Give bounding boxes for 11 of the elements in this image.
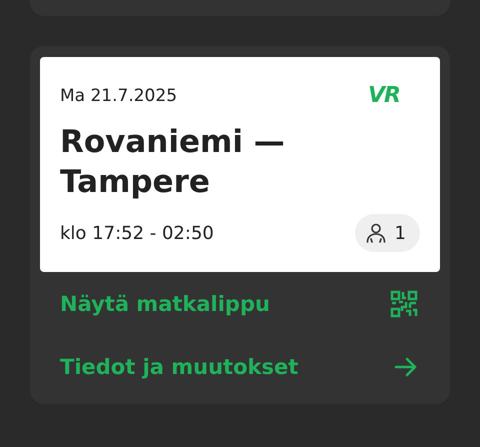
action-link[interactable]: Tiedot ja muutokset <box>40 335 440 398</box>
passenger-count: 1 <box>394 222 406 244</box>
logo: VR <box>368 83 400 108</box>
arrow-right-icon <box>394 356 418 378</box>
route-title: Rovaniemi — Tampere <box>60 123 286 202</box>
action-link[interactable]: Näytä matkalippu <box>40 272 440 335</box>
qr-code-icon <box>390 290 418 318</box>
travel-time: klo 17:52 - 02:50 <box>60 222 214 244</box>
travel-date: Ma 21.7.2025 <box>60 86 178 106</box>
ticket-card[interactable]: Ma 21.7.2025 VR Rovaniemi — Tampere klo 17:52 - 02:50 1 <box>40 57 440 272</box>
person-icon <box>364 222 387 244</box>
